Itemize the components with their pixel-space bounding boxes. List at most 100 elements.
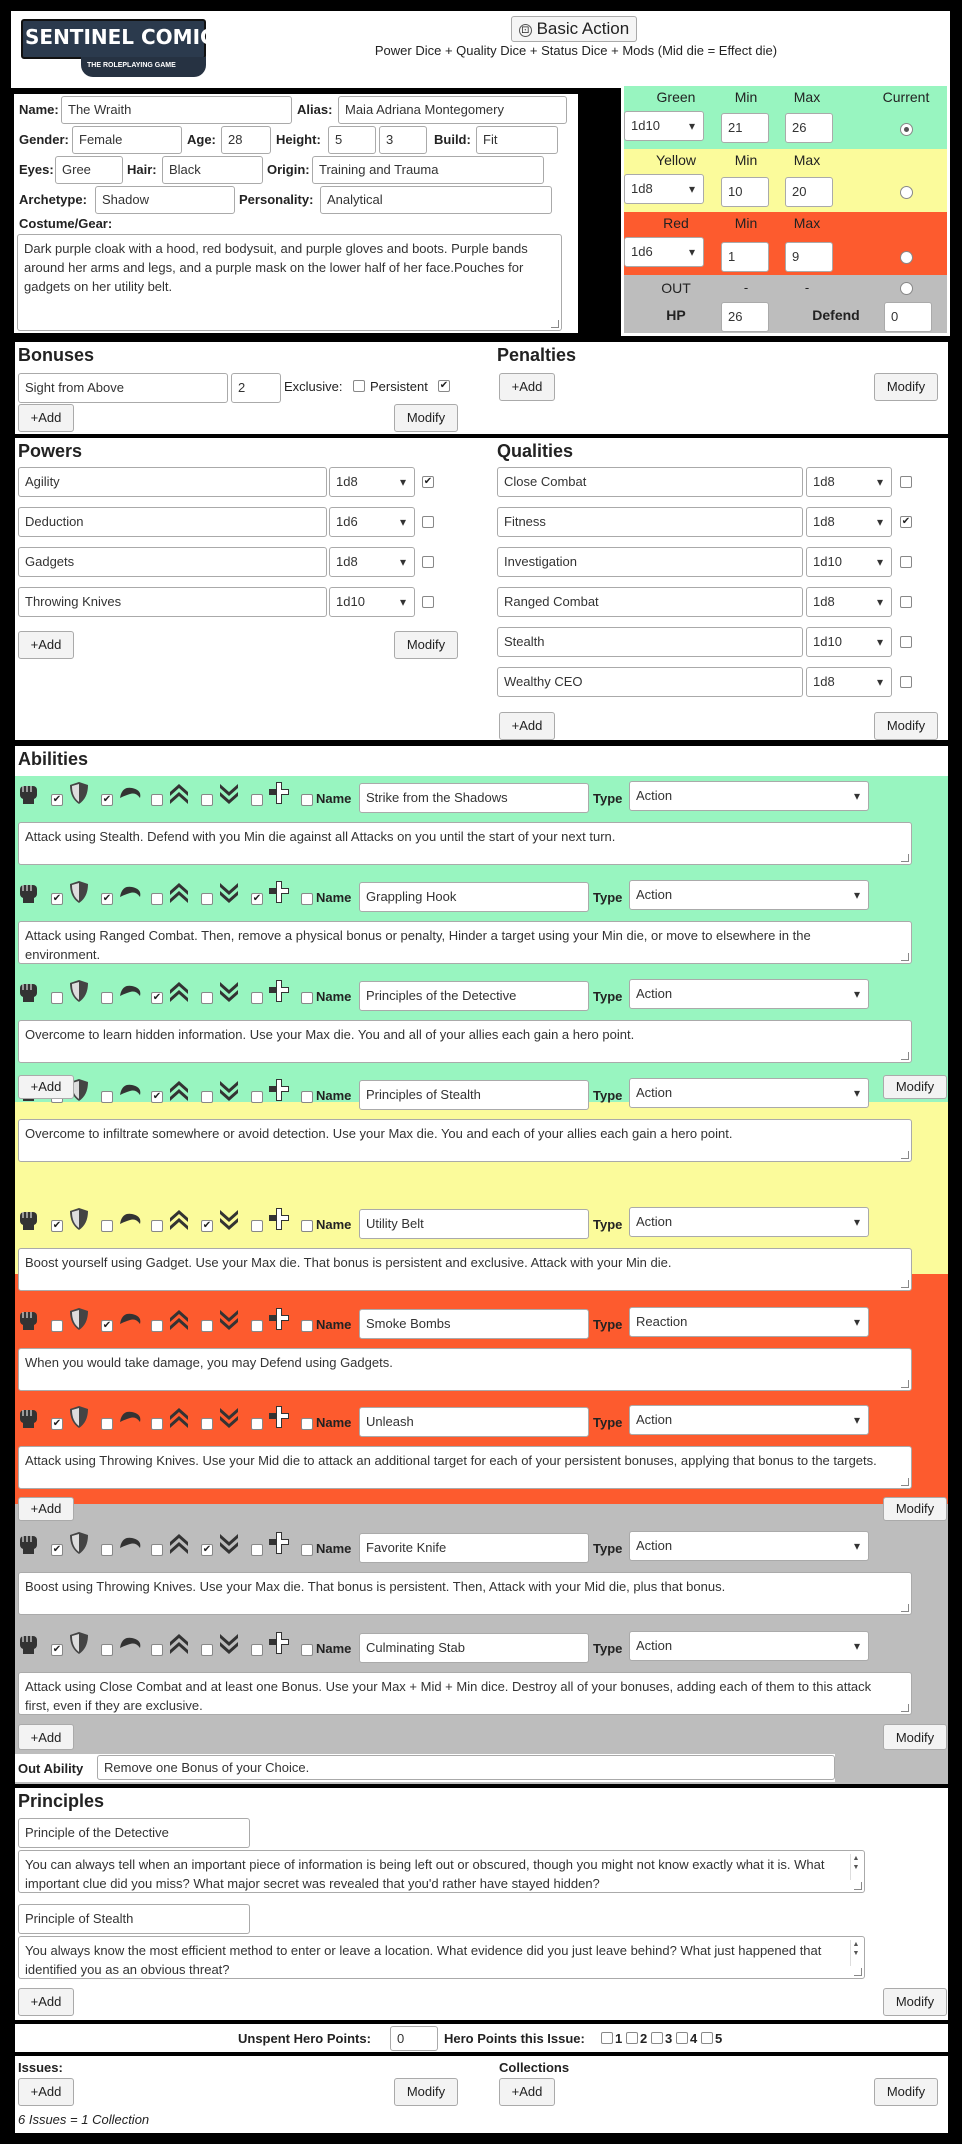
ability-type-select[interactable]: Action xyxy=(629,1405,869,1435)
power-checkbox[interactable] xyxy=(422,516,434,528)
ability-type-checkbox[interactable] xyxy=(201,1418,213,1430)
ability-type-checkbox[interactable] xyxy=(251,992,263,1004)
yellow-current-radio[interactable] xyxy=(900,186,913,199)
ability-type-checkbox[interactable] xyxy=(201,1644,213,1656)
green-min-field[interactable]: 21 xyxy=(721,113,769,143)
abilities-red-add-button[interactable]: +Add xyxy=(18,1724,74,1750)
hero-point-checkbox[interactable] xyxy=(676,2032,688,2044)
ability-type-checkbox[interactable] xyxy=(101,1220,113,1232)
ability-type-select[interactable]: Action xyxy=(629,1078,869,1108)
quality-checkbox[interactable] xyxy=(900,596,912,608)
ability-type-checkbox[interactable] xyxy=(151,1644,163,1656)
red-max-field[interactable]: 9 xyxy=(785,242,833,272)
ability-name-field[interactable]: Culminating Stab xyxy=(359,1633,589,1663)
ability-desc-field[interactable]: Attack using Close Combat and at least o… xyxy=(18,1672,912,1715)
height-feet-field[interactable]: 5 xyxy=(328,126,376,154)
ability-desc-field[interactable]: Overcome to infiltrate somewhere or avoi… xyxy=(18,1119,912,1162)
penalties-add-button[interactable]: +Add xyxy=(499,373,555,401)
yellow-die-select[interactable]: 1d8 xyxy=(624,174,704,204)
ability-type-checkbox[interactable]: ✔ xyxy=(151,992,163,1004)
power-die-select[interactable]: 1d8 xyxy=(329,547,415,577)
ability-desc-field[interactable]: Attack using Stealth. Defend with you Mi… xyxy=(18,822,912,865)
hero-point-checkbox[interactable] xyxy=(601,2032,613,2044)
quality-name-field[interactable]: Fitness xyxy=(497,507,803,537)
ability-type-select[interactable]: Action xyxy=(629,979,869,1009)
ability-type-checkbox[interactable] xyxy=(51,992,63,1004)
quality-name-field[interactable]: Stealth xyxy=(497,627,803,657)
ability-type-checkbox[interactable] xyxy=(251,1644,263,1656)
powers-add-button[interactable]: +Add xyxy=(18,631,74,659)
ability-type-checkbox[interactable]: ✔ xyxy=(101,1320,113,1332)
ability-type-checkbox[interactable]: ✔ xyxy=(251,893,263,905)
ability-type-checkbox[interactable] xyxy=(301,1644,313,1656)
scrollbar-icon[interactable]: ▲ ▼ xyxy=(850,1940,861,1966)
ability-name-field[interactable]: Utility Belt xyxy=(359,1209,589,1239)
abilities-green-add-button[interactable]: +Add xyxy=(18,1075,74,1099)
ability-type-checkbox[interactable]: ✔ xyxy=(101,893,113,905)
quality-name-field[interactable]: Investigation xyxy=(497,547,803,577)
gender-field[interactable]: Female xyxy=(72,126,182,154)
ability-type-checkbox[interactable]: ✔ xyxy=(51,893,63,905)
principles-modify-button[interactable]: Modify xyxy=(883,1988,947,2016)
ability-type-checkbox[interactable]: ✔ xyxy=(51,1644,63,1656)
ability-type-checkbox[interactable] xyxy=(151,1544,163,1556)
ability-name-field[interactable]: Grappling Hook xyxy=(359,882,589,912)
ability-type-checkbox[interactable] xyxy=(101,1544,113,1556)
bonus-value-field[interactable]: 2 xyxy=(231,373,281,403)
quality-die-select[interactable]: 1d8 xyxy=(806,467,892,497)
alias-field[interactable]: Maia Adriana Montegomery xyxy=(338,96,567,124)
ability-name-field[interactable]: Principles of the Detective xyxy=(359,981,589,1011)
ability-type-checkbox[interactable] xyxy=(301,794,313,806)
ability-type-checkbox[interactable] xyxy=(151,1320,163,1332)
ability-type-checkbox[interactable]: ✔ xyxy=(51,1544,63,1556)
personality-field[interactable]: Analytical xyxy=(320,186,552,214)
quality-die-select[interactable]: 1d8 xyxy=(806,507,892,537)
qualities-add-button[interactable]: +Add xyxy=(499,712,555,740)
ability-type-select[interactable]: Action xyxy=(629,1207,869,1237)
power-checkbox[interactable] xyxy=(422,556,434,568)
power-die-select[interactable]: 1d10 xyxy=(329,587,415,617)
hair-field[interactable]: Black xyxy=(162,156,263,184)
abilities-yellow-modify-button[interactable]: Modify xyxy=(883,1497,947,1521)
ability-type-select[interactable]: Reaction xyxy=(629,1307,869,1337)
powers-modify-button[interactable]: Modify xyxy=(394,631,458,659)
scrollbar-icon[interactable]: ▲ ▼ xyxy=(850,1854,861,1880)
quality-checkbox[interactable] xyxy=(900,636,912,648)
red-min-field[interactable]: 1 xyxy=(721,242,769,272)
principle-2-name-field[interactable]: Principle of Stealth xyxy=(18,1904,250,1934)
red-die-select[interactable]: 1d6 xyxy=(624,237,704,267)
costume-field[interactable]: Dark purple cloak with a hood, red bodys… xyxy=(17,234,562,331)
quality-die-select[interactable]: 1d10 xyxy=(806,627,892,657)
age-field[interactable]: 28 xyxy=(221,126,271,154)
ability-desc-field[interactable]: When you would take damage, you may Defe… xyxy=(18,1348,912,1391)
ability-type-checkbox[interactable] xyxy=(101,1091,113,1103)
ability-type-select[interactable]: Action xyxy=(629,1531,869,1561)
abilities-red-modify-button[interactable]: Modify xyxy=(883,1724,947,1750)
ability-type-select[interactable]: Action xyxy=(629,880,869,910)
name-field[interactable]: The Wraith xyxy=(61,96,292,124)
power-checkbox[interactable]: ✔ xyxy=(422,476,434,488)
power-name-field[interactable]: Agility xyxy=(18,467,327,497)
ability-type-checkbox[interactable]: ✔ xyxy=(201,1544,213,1556)
quality-name-field[interactable]: Close Combat xyxy=(497,467,803,497)
ability-type-checkbox[interactable]: ✔ xyxy=(151,1091,163,1103)
hero-point-checkbox[interactable] xyxy=(626,2032,638,2044)
issues-modify-button[interactable]: Modify xyxy=(394,2078,458,2106)
ability-type-checkbox[interactable] xyxy=(251,1091,263,1103)
archetype-field[interactable]: Shadow xyxy=(95,186,235,214)
quality-die-select[interactable]: 1d8 xyxy=(806,587,892,617)
ability-type-checkbox[interactable]: ✔ xyxy=(51,1220,63,1232)
power-checkbox[interactable] xyxy=(422,596,434,608)
eyes-field[interactable]: Gree xyxy=(55,156,123,184)
hero-point-checkbox[interactable] xyxy=(701,2032,713,2044)
quality-checkbox[interactable] xyxy=(900,556,912,568)
ability-desc-field[interactable]: Overcome to learn hidden information. Us… xyxy=(18,1020,912,1063)
ability-name-field[interactable]: Strike from the Shadows xyxy=(359,783,589,813)
ability-desc-field[interactable]: Attack using Ranged Combat. Then, remove… xyxy=(18,921,912,964)
ability-type-checkbox[interactable] xyxy=(301,1320,313,1332)
quality-checkbox[interactable] xyxy=(900,676,912,688)
ability-type-checkbox[interactable]: ✔ xyxy=(51,1418,63,1430)
quality-die-select[interactable]: 1d10 xyxy=(806,547,892,577)
collections-modify-button[interactable]: Modify xyxy=(874,2078,938,2106)
ability-name-field[interactable]: Unleash xyxy=(359,1407,589,1437)
